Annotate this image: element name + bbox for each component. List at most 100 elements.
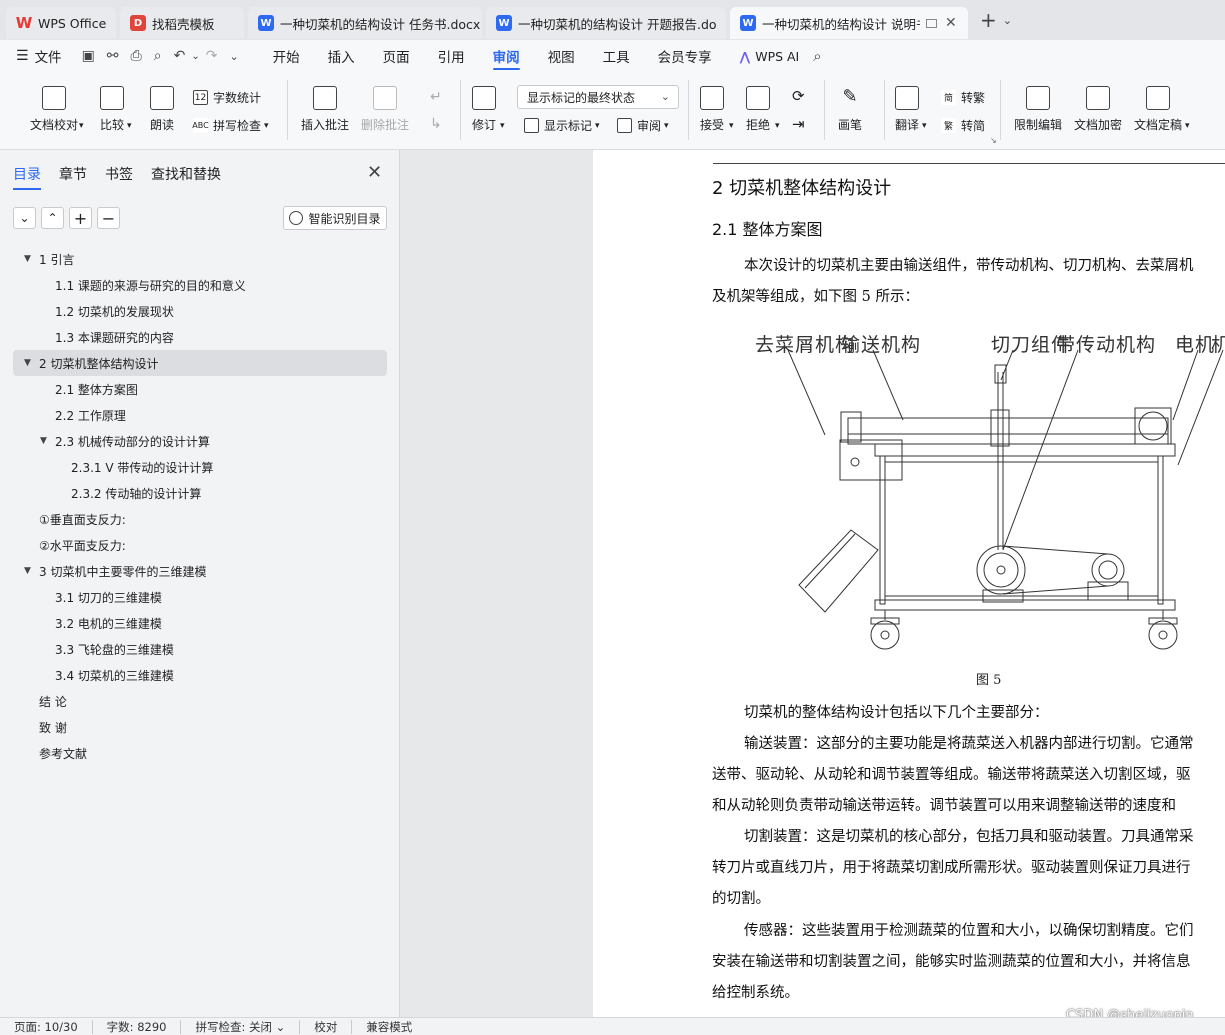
insert-comment-button[interactable]: 插入批注 bbox=[301, 86, 349, 133]
window-icon[interactable] bbox=[926, 18, 937, 28]
spell-check-dropdown-icon[interactable]: ▾ bbox=[264, 121, 269, 131]
save-icon[interactable]: ▣ bbox=[82, 48, 95, 64]
review-pane-button[interactable]: 审阅 ▾ bbox=[617, 117, 669, 134]
toc-item[interactable]: 3.4 切菜机的三维建模 bbox=[0, 662, 400, 688]
compare-button[interactable]: 比较 bbox=[100, 86, 124, 133]
nav-tab-toc[interactable]: 目录 bbox=[13, 164, 41, 190]
link-icon[interactable]: ⚯ bbox=[107, 48, 119, 64]
translate-button[interactable]: 翻译 bbox=[895, 86, 919, 133]
toc-item[interactable]: 1.2 切菜机的发展现状 bbox=[0, 298, 400, 324]
menu-insert[interactable]: 插入 bbox=[314, 40, 369, 72]
file-menu[interactable]: ☰ 文件 bbox=[0, 40, 76, 72]
toc-item[interactable]: 致 谢 bbox=[0, 714, 400, 740]
revise-dropdown-icon[interactable]: ▾ bbox=[500, 121, 505, 131]
toc-item[interactable]: 1.1 课题的来源与研究的目的和意义 bbox=[0, 272, 400, 298]
undo-icon[interactable]: ↶ bbox=[174, 48, 186, 64]
next-change-icon[interactable]: ⇥ bbox=[792, 115, 805, 133]
nav-tab-find-replace[interactable]: 查找和替换 bbox=[151, 164, 221, 190]
prev-comment-icon[interactable]: ↵ bbox=[430, 89, 442, 105]
close-tab-icon[interactable]: ✕ bbox=[945, 15, 957, 31]
expand-arrow-icon[interactable]: ▼ bbox=[40, 436, 47, 446]
accept-button[interactable]: 接受 bbox=[700, 86, 724, 133]
menu-review[interactable]: 审阅 bbox=[479, 40, 534, 72]
add-level-button[interactable]: + bbox=[69, 207, 92, 229]
menu-tools[interactable]: 工具 bbox=[589, 40, 644, 72]
toc-item[interactable]: 3.2 电机的三维建模 bbox=[0, 610, 400, 636]
toc-item[interactable]: ▼ 2 切菜机整体结构设计 bbox=[13, 350, 387, 376]
collapse-up-button[interactable]: ⌃ bbox=[41, 207, 64, 229]
toc-item[interactable]: ▼ 1 引言 bbox=[0, 246, 400, 272]
toc-item[interactable]: ▼ 3 切菜机中主要零件的三维建模 bbox=[0, 558, 400, 584]
status-words[interactable]: 字数: 8290 bbox=[93, 1019, 182, 1034]
proofread-button[interactable]: 文档校对 bbox=[30, 86, 78, 133]
smart-toc-button[interactable]: 智能识别目录 bbox=[283, 206, 387, 230]
toc-item[interactable]: 3.1 切刀的三维建模 bbox=[0, 584, 400, 610]
reject-button[interactable]: 拒绝 bbox=[746, 86, 770, 133]
menu-member[interactable]: 会员专享 bbox=[644, 40, 726, 72]
wps-ai-button[interactable]: ⋀ WPS AI bbox=[726, 40, 814, 72]
expand-arrow-icon[interactable]: ▼ bbox=[24, 358, 31, 368]
spell-check-button[interactable]: ABC 拼写检查 ▾ bbox=[192, 117, 269, 134]
tab-wps-home[interactable]: W WPS Office bbox=[6, 7, 116, 39]
word-count-button[interactable]: 12 字数统计 bbox=[193, 89, 261, 106]
document-page[interactable]: 2 切菜机整体结构设计 2.1 整体方案图 本次设计的切菜机主要由输送组件，带传… bbox=[593, 150, 1225, 1017]
review-pane-dropdown-icon[interactable]: ▾ bbox=[664, 121, 669, 131]
toc-item[interactable]: ①垂直面支反力: bbox=[0, 506, 400, 532]
toc-item[interactable]: ▼ 2.3 机械传动部分的设计计算 bbox=[0, 428, 400, 454]
next-comment-icon[interactable]: ↳ bbox=[430, 116, 442, 132]
finalize-dropdown-icon[interactable]: ▾ bbox=[1185, 121, 1190, 131]
toc-item[interactable]: 2.2 工作原理 bbox=[0, 402, 400, 428]
new-tab-icon[interactable]: + bbox=[980, 8, 997, 32]
translate-dropdown-icon[interactable]: ▾ bbox=[922, 121, 927, 131]
tab-manual-doc[interactable]: W 一种切菜机的结构设计 说明书 ✕ bbox=[730, 7, 968, 39]
undo-dropdown-icon[interactable]: ⌄ bbox=[191, 51, 199, 62]
toc-item[interactable]: ②水平面支反力: bbox=[0, 532, 400, 558]
expand-group-icon[interactable]: ↘ bbox=[990, 136, 997, 145]
accept-dropdown-icon[interactable]: ▾ bbox=[729, 121, 734, 131]
print-icon[interactable]: ⎙ bbox=[131, 48, 142, 64]
nav-tab-sections[interactable]: 章节 bbox=[59, 164, 87, 190]
tab-task-doc[interactable]: W 一种切菜机的结构设计 任务书.docx bbox=[248, 7, 482, 39]
print-preview-icon[interactable]: ⌕ bbox=[154, 48, 162, 64]
remove-level-button[interactable]: − bbox=[97, 207, 120, 229]
more-dropdown-icon[interactable]: ⌄ bbox=[229, 50, 238, 63]
close-icon[interactable]: ✕ bbox=[367, 162, 382, 183]
toc-item[interactable]: 参考文献 bbox=[0, 740, 400, 766]
restrict-edit-button[interactable]: 限制编辑 bbox=[1014, 86, 1062, 133]
toc-item[interactable]: 结 论 bbox=[0, 688, 400, 714]
show-markup-dropdown-icon[interactable]: ▾ bbox=[595, 121, 600, 131]
tab-proposal-doc[interactable]: W 一种切菜机的结构设计 开题报告.docx bbox=[486, 7, 726, 39]
search-icon[interactable]: ⌕ bbox=[813, 47, 821, 65]
reject-dropdown-icon[interactable]: ▾ bbox=[775, 121, 780, 131]
nav-tab-bookmarks[interactable]: 书签 bbox=[105, 164, 133, 190]
markup-state-select[interactable]: 显示标记的最终状态 ⌄ bbox=[517, 85, 679, 109]
read-aloud-button[interactable]: 朗读 bbox=[150, 86, 174, 133]
pen-button[interactable]: ✎ 画笔 bbox=[838, 86, 862, 133]
menu-start[interactable]: 开始 bbox=[259, 40, 314, 72]
status-spell[interactable]: 拼写检查: 关闭 ⌄ bbox=[181, 1019, 301, 1034]
menu-reference[interactable]: 引用 bbox=[424, 40, 479, 72]
toc-item[interactable]: 2.3.2 传动轴的设计计算 bbox=[0, 480, 400, 506]
prev-change-icon[interactable]: ⟳ bbox=[792, 87, 805, 105]
chevron-down-icon[interactable]: ⌄ bbox=[1003, 14, 1012, 27]
toc-item[interactable]: 1.3 本课题研究的内容 bbox=[0, 324, 400, 350]
encrypt-button[interactable]: 文档加密 bbox=[1074, 86, 1122, 133]
finalize-button[interactable]: 文档定稿 bbox=[1134, 86, 1182, 133]
status-proof[interactable]: 校对 bbox=[300, 1019, 353, 1034]
toc-item[interactable]: 3.3 飞轮盘的三维建模 bbox=[0, 636, 400, 662]
proofread-dropdown-icon[interactable]: ▾ bbox=[79, 121, 84, 131]
revise-button[interactable]: 修订 bbox=[472, 86, 496, 133]
expand-arrow-icon[interactable]: ▼ bbox=[24, 254, 31, 264]
toc-item[interactable]: 2.1 整体方案图 bbox=[0, 376, 400, 402]
toc-item[interactable]: 2.3.1 V 带传动的设计计算 bbox=[0, 454, 400, 480]
to-simplified-button[interactable]: 繁 转简 bbox=[941, 117, 985, 134]
status-page[interactable]: 页面: 10/30 bbox=[0, 1019, 93, 1034]
to-traditional-button[interactable]: 简 转繁 bbox=[941, 89, 985, 106]
expand-arrow-icon[interactable]: ▼ bbox=[24, 566, 31, 576]
delete-comment-button[interactable]: 删除批注 bbox=[361, 86, 409, 133]
menu-view[interactable]: 视图 bbox=[534, 40, 589, 72]
compare-dropdown-icon[interactable]: ▾ bbox=[127, 121, 132, 131]
show-markup-button[interactable]: 显示标记 ▾ bbox=[524, 117, 600, 134]
menu-page[interactable]: 页面 bbox=[369, 40, 424, 72]
redo-icon[interactable]: ↷ bbox=[206, 48, 218, 64]
